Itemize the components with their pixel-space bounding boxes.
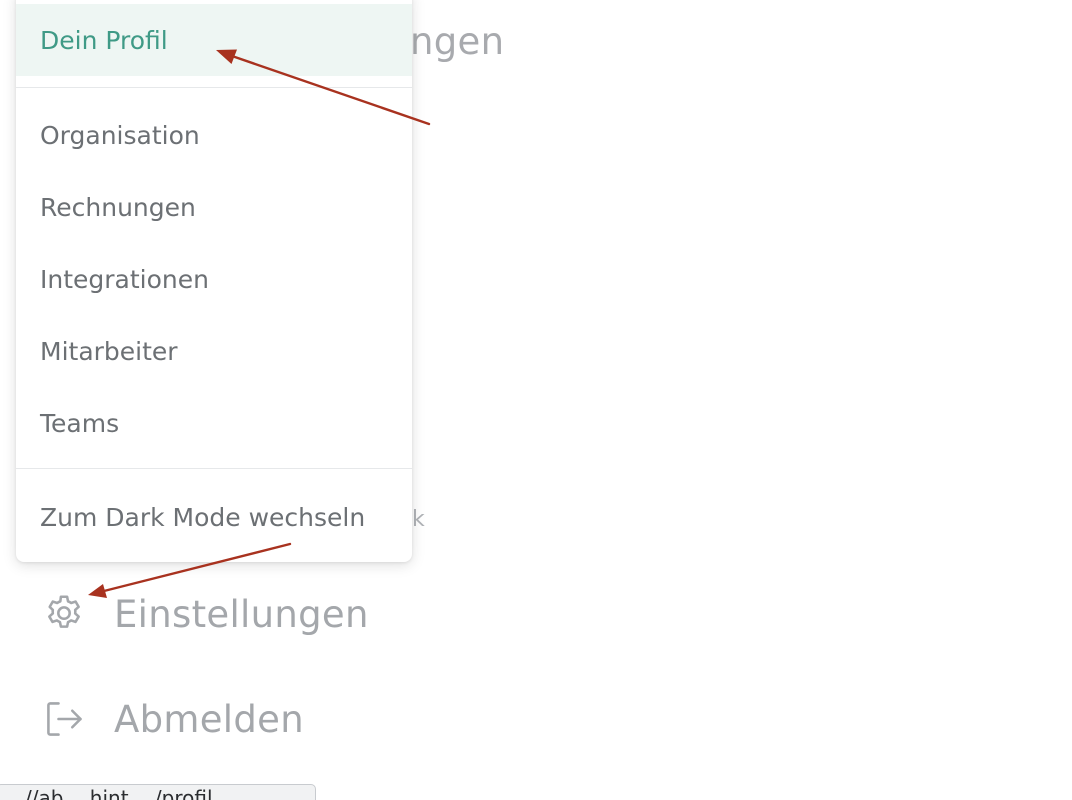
app-screen: ngen k Einstellungen Abmelden Dein Profi… — [0, 0, 1072, 800]
menu-item-organisation[interactable]: Organisation — [16, 99, 412, 171]
menu-item-dark-mode-toggle[interactable]: Zum Dark Mode wechseln — [16, 481, 412, 553]
menu-item-integrations[interactable]: Integrationen — [16, 243, 412, 315]
background-text-partial: k — [412, 507, 425, 532]
sidebar-item-logout[interactable]: Abmelden — [42, 697, 304, 741]
menu-item-invoices[interactable]: Rechnungen — [16, 171, 412, 243]
menu-divider — [16, 468, 412, 469]
sidebar-item-logout-label: Abmelden — [114, 697, 304, 741]
sidebar-item-settings-label: Einstellungen — [114, 592, 369, 636]
link-url-tooltip: //ab.…hint.…/profil — [0, 784, 316, 800]
logout-icon — [42, 697, 86, 741]
menu-item-teams[interactable]: Teams — [16, 387, 412, 459]
sidebar-item-settings[interactable]: Einstellungen — [42, 592, 369, 636]
gear-icon — [42, 592, 86, 636]
menu-divider — [16, 87, 412, 88]
menu-item-employees[interactable]: Mitarbeiter — [16, 315, 412, 387]
user-dropdown-menu: Dein Profil Organisation Rechnungen Inte… — [16, 0, 412, 562]
background-heading-partial: ngen — [410, 20, 505, 63]
menu-item-profile[interactable]: Dein Profil — [16, 4, 412, 76]
